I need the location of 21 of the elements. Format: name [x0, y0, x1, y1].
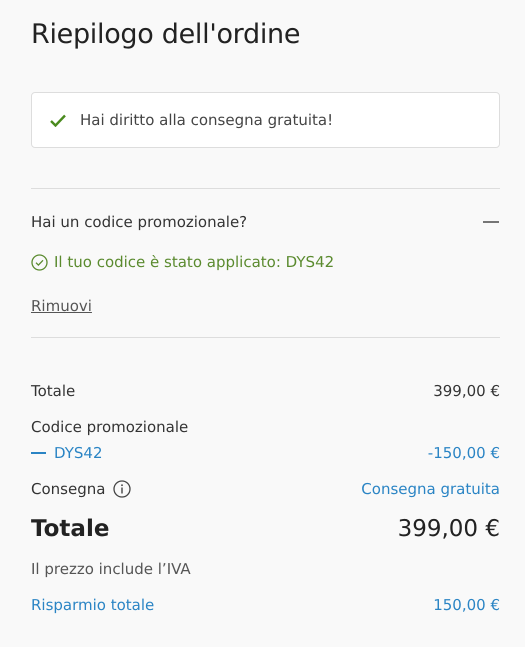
subtotal-label: Totale [31, 382, 76, 400]
notice-text: Hai diritto alla consegna gratuita! [80, 111, 334, 129]
promo-question: Hai un codice promozionale? [31, 213, 248, 231]
check-circle-icon [31, 254, 48, 270]
total-value: 399,00 € [398, 516, 500, 542]
subtotal-value: 399,00 € [433, 382, 500, 400]
total-label: Totale [31, 516, 110, 542]
applied-message: Il tuo codice è stato applicato: DYS42 [54, 253, 334, 271]
discount-value: -150,00 € [428, 444, 500, 462]
minus-icon [31, 452, 46, 454]
info-icon[interactable] [113, 480, 132, 498]
savings-value: 150,00 € [433, 596, 500, 614]
remove-link[interactable]: Rimuovi [31, 295, 92, 317]
checkmark-icon [50, 114, 66, 126]
promo-label: Codice promozionale [31, 418, 188, 436]
savings-label: Risparmio totale [31, 596, 154, 614]
delivery-value: Consegna gratuita [361, 480, 500, 498]
promo-code: DYS42 [54, 444, 103, 462]
vat-note: Il prezzo include l’IVA [31, 560, 191, 578]
page-title: Riepilogo dell'ordine [31, 18, 302, 52]
delivery-label: Consegna [31, 480, 106, 498]
